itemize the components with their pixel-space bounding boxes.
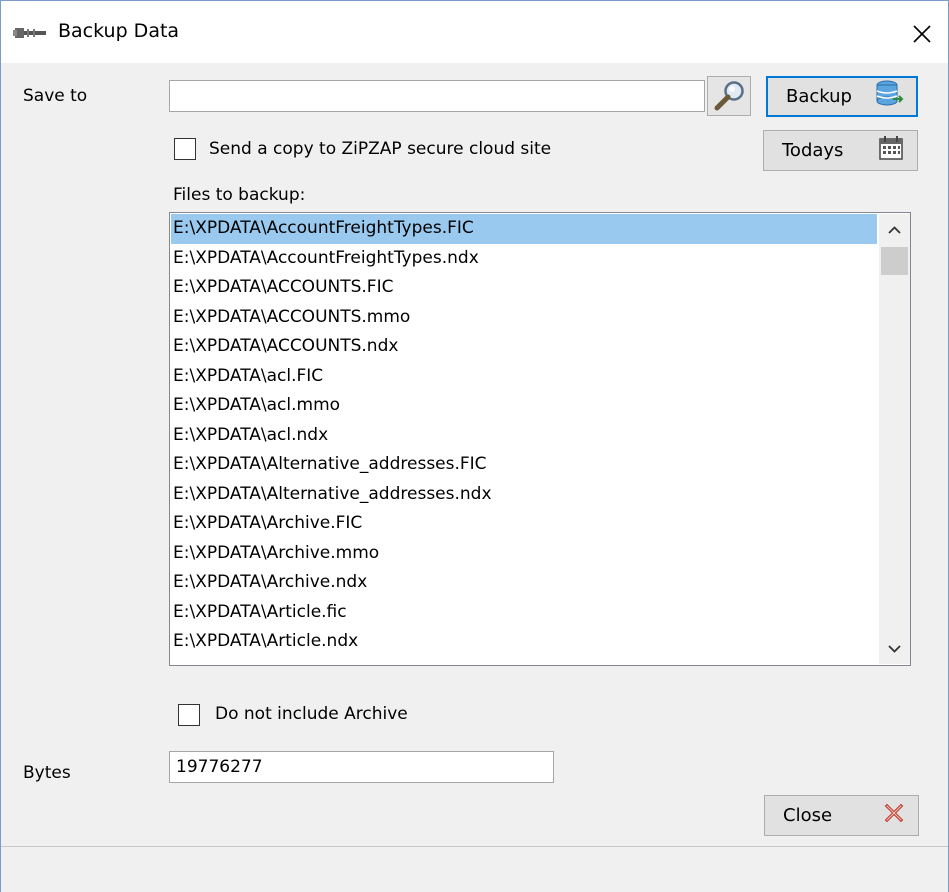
backup-data-window: Backup Data Save to Backup Send a copy t…: [0, 0, 949, 892]
browse-button[interactable]: [707, 76, 751, 116]
backup-button-label: Backup: [786, 86, 852, 107]
database-icon: [874, 80, 904, 113]
list-item[interactable]: E:\XPDATA\Alternative_addresses.ndx: [171, 480, 877, 510]
backup-button[interactable]: Backup: [766, 76, 918, 117]
save-to-label: Save to: [23, 86, 88, 106]
title-bar[interactable]: Backup Data: [1, 1, 948, 63]
exclude-archive-label: Do not include Archive: [215, 704, 408, 724]
todays-button-label: Todays: [782, 140, 844, 161]
list-item[interactable]: E:\XPDATA\ACCOUNTS.mmo: [171, 303, 877, 333]
close-button[interactable]: Close: [764, 795, 919, 836]
list-item[interactable]: E:\XPDATA\Article.ndx: [171, 627, 877, 657]
files-to-backup-label: Files to backup:: [173, 185, 306, 205]
chevron-down-icon: [879, 645, 910, 665]
files-listbox[interactable]: E:\XPDATA\AccountFreightTypes.FIC E:\XPDA…: [169, 212, 911, 666]
red-x-icon: [882, 801, 906, 830]
list-item[interactable]: E:\XPDATA\Alternative_addresses.FIC: [171, 450, 877, 480]
scroll-up-button[interactable]: [879, 214, 910, 244]
cloud-copy-checkbox[interactable]: [174, 138, 196, 160]
bytes-label: Bytes: [23, 763, 71, 783]
close-button-label: Close: [783, 805, 833, 826]
list-item[interactable]: E:\XPDATA\Archive.ndx: [171, 568, 877, 598]
list-item[interactable]: E:\XPDATA\ACCOUNTS.FIC: [171, 273, 877, 303]
wrench-icon: [13, 25, 49, 45]
exclude-archive-checkbox[interactable]: [178, 704, 200, 726]
cloud-copy-label: Send a copy to ZiPZAP secure cloud site: [209, 139, 552, 159]
scroll-down-button[interactable]: [879, 634, 910, 664]
bytes-field[interactable]: [169, 751, 554, 783]
list-item[interactable]: E:\XPDATA\ACCOUNTS.ndx: [171, 332, 877, 362]
file-list: E:\XPDATA\AccountFreightTypes.FIC E:\XPDA…: [171, 214, 877, 657]
list-item[interactable]: E:\XPDATA\AccountFreightTypes.ndx: [171, 244, 877, 274]
todays-button[interactable]: Todays: [763, 130, 918, 171]
window-title: Backup Data: [58, 20, 180, 42]
scroll-thumb[interactable]: [881, 247, 908, 275]
list-item[interactable]: E:\XPDATA\acl.mmo: [171, 391, 877, 421]
vertical-scrollbar[interactable]: [879, 214, 910, 664]
status-bar: [1, 846, 948, 892]
chevron-up-icon: [879, 226, 910, 249]
calendar-icon: [877, 134, 905, 167]
list-item[interactable]: E:\XPDATA\Archive.mmo: [171, 539, 877, 569]
list-item[interactable]: E:\XPDATA\Article.fic: [171, 598, 877, 628]
magnifier-icon: [708, 81, 750, 120]
save-to-input[interactable]: [169, 80, 705, 112]
list-item[interactable]: E:\XPDATA\AccountFreightTypes.FIC: [171, 214, 877, 244]
list-item[interactable]: E:\XPDATA\acl.FIC: [171, 362, 877, 392]
list-item[interactable]: E:\XPDATA\acl.ndx: [171, 421, 877, 451]
list-item[interactable]: E:\XPDATA\Archive.FIC: [171, 509, 877, 539]
close-icon[interactable]: [907, 19, 937, 49]
